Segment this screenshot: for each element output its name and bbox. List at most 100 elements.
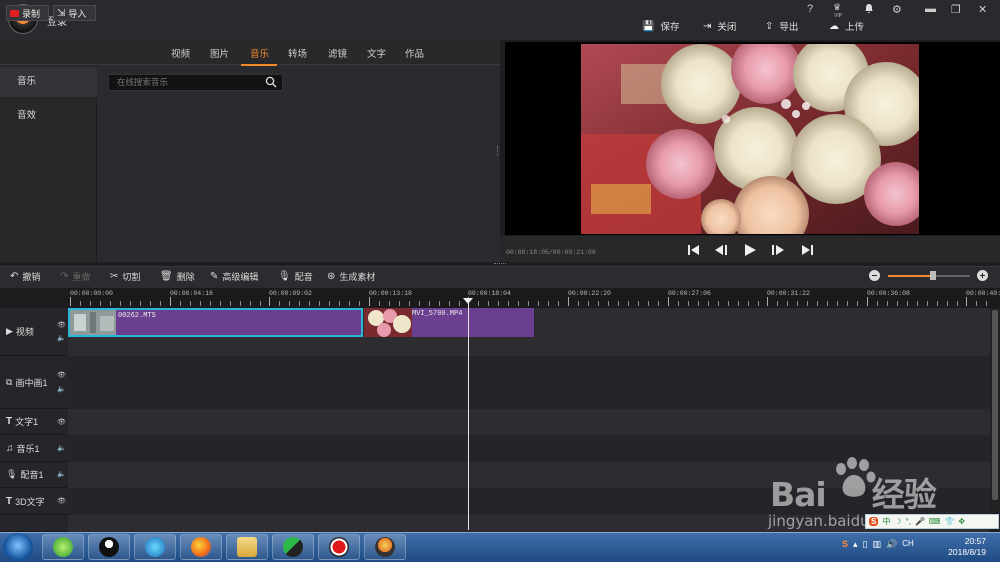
taskbar-button[interactable] (88, 534, 130, 560)
ruler-minor-tick (608, 301, 609, 306)
taskbar-button[interactable] (180, 534, 222, 560)
ruler-minor-tick (887, 301, 888, 306)
taskbar-button[interactable] (134, 534, 176, 560)
horizontal-splitter[interactable] (494, 263, 506, 265)
ruler-minor-tick (200, 301, 201, 306)
panel-splitter[interactable] (497, 146, 499, 156)
clip-thumbnail (364, 308, 412, 337)
eye-icon[interactable]: 👁 (57, 497, 66, 505)
timeline-scrollbar-thumb[interactable] (992, 310, 998, 500)
gear-icon[interactable]: ⚙ (892, 3, 902, 16)
zoom-out-icon[interactable] (869, 270, 880, 281)
tab-image[interactable]: 图片 (210, 46, 229, 60)
track-label-3d-text: 3D文字 (15, 496, 45, 507)
vip-icon[interactable]: ♛ (833, 2, 841, 13)
play-icon[interactable] (742, 243, 758, 257)
minimize-icon[interactable]: ▬ (925, 3, 936, 15)
cut-label: 切割 (122, 272, 141, 282)
skin-icon: 👕 (944, 517, 955, 526)
tray-arrow-icon[interactable]: ▴ (853, 539, 858, 550)
tab-filter[interactable]: 滤镜 (328, 46, 347, 60)
tools-icon: ✥ (958, 517, 966, 526)
network-icon[interactable]: ▥ (873, 539, 882, 550)
advanced-edit-button[interactable]: ✎ 高级编辑 (210, 270, 258, 283)
music-search-input[interactable]: 在线搜索音乐 (108, 74, 283, 91)
search-icon[interactable] (265, 76, 277, 88)
tab-music[interactable]: 音乐 (250, 46, 269, 60)
sidebar-item-sound-effects[interactable]: 音效 (0, 101, 97, 131)
taskbar-button[interactable] (226, 534, 268, 560)
help-icon[interactable]: ? (807, 3, 813, 15)
undo-button[interactable]: ↶ 撤销 (10, 270, 40, 283)
close-project-label: 关闭 (717, 22, 737, 33)
playhead-handle[interactable] (463, 298, 473, 304)
ime-toolbar[interactable]: S 中 ☽ °, 🎤 ⌨ 👕 ✥ (865, 514, 999, 529)
record-button[interactable]: 录制 (6, 5, 49, 21)
voiceover-label: 配音 (294, 272, 313, 282)
skip-start-icon[interactable] (686, 243, 702, 257)
import-button[interactable]: ⇲ 导入 (53, 5, 96, 21)
zoom-in-icon[interactable] (977, 270, 988, 281)
bell-icon[interactable] (864, 3, 874, 17)
start-button[interactable] (3, 533, 33, 561)
ruler-minor-tick (538, 301, 539, 306)
ruler-minor-tick (917, 301, 918, 306)
ruler-label: 00:00:36:08 (867, 290, 910, 297)
volume-icon[interactable]: 🔈 (57, 470, 66, 478)
video-clip-1[interactable]: 00262.MTS (68, 308, 363, 337)
ruler-minor-tick (80, 301, 81, 306)
generate-material-button[interactable]: ⊛ 生成素材 (327, 270, 375, 283)
taskbar-button[interactable] (42, 534, 84, 560)
ruler-minor-tick (150, 301, 151, 306)
ruler-minor-tick (598, 301, 599, 306)
volume-tray-icon[interactable]: 🔊 (886, 539, 897, 550)
delete-button[interactable]: 🗑 删除 (160, 270, 195, 283)
tab-works[interactable]: 作品 (405, 46, 424, 60)
close-project-button[interactable]: ⇥ 关闭 (703, 19, 737, 34)
scissors-icon: ✂ (110, 271, 119, 282)
next-frame-icon[interactable] (770, 243, 786, 257)
prev-frame-icon[interactable] (713, 243, 729, 257)
track-text[interactable] (68, 409, 990, 435)
firefox-icon (191, 537, 211, 557)
volume-icon[interactable]: 🔈 (57, 334, 66, 342)
ruler-minor-tick (399, 301, 400, 306)
mic-icon: 🎤 (914, 517, 925, 526)
voiceover-button[interactable]: 🎙 配音 (278, 270, 313, 283)
eye-icon[interactable]: 👁 (57, 418, 66, 426)
redo-button[interactable]: ↷ 重做 (60, 270, 90, 283)
track-pip[interactable] (68, 356, 990, 409)
film-reel-icon: ⊛ (327, 271, 336, 282)
cut-button[interactable]: ✂ 切割 (110, 270, 140, 283)
save-button[interactable]: 💾 保存 (642, 19, 679, 34)
close-icon[interactable]: ✕ (978, 3, 987, 16)
track-label-music: 音乐1 (16, 443, 40, 454)
skip-end-icon[interactable] (799, 243, 815, 257)
playhead-line[interactable] (468, 300, 469, 530)
track-header-pip[interactable]: ⧉ 画中画1 (0, 356, 68, 409)
sidebar-item-music[interactable]: 音乐 (0, 67, 97, 97)
ruler-minor-tick (130, 301, 131, 306)
tab-video[interactable]: 视频 (171, 46, 190, 60)
sogou-tray-icon[interactable]: S (842, 539, 848, 550)
restore-icon[interactable]: ❐ (951, 3, 961, 16)
trash-icon: 🗑 (160, 271, 173, 282)
text-track-icon: T (6, 416, 13, 427)
export-button[interactable]: ⇪ 导出 (765, 19, 798, 34)
taskbar-clock[interactable]: 20:57 2018/8/19 (948, 536, 986, 558)
taskbar-button[interactable] (318, 534, 360, 560)
language-icon[interactable]: CH (902, 539, 914, 550)
zoom-slider-handle[interactable] (930, 271, 936, 280)
taskbar-button[interactable] (364, 534, 406, 560)
upload-button[interactable]: ☁ 上传 (829, 19, 864, 34)
taskbar-button[interactable] (272, 534, 314, 560)
volume-icon[interactable]: 🔈 (57, 444, 66, 452)
usb-icon[interactable]: ▯ (863, 539, 868, 550)
video-clip-2[interactable]: MVI_5700.MP4 (364, 308, 534, 337)
track-header-video[interactable]: ▶ 视频 (0, 308, 68, 356)
eye-icon[interactable]: 👁 (57, 321, 66, 329)
tab-transition[interactable]: 转场 (288, 46, 307, 60)
tab-text[interactable]: 文字 (367, 46, 386, 60)
eye-icon[interactable]: 👁 (57, 371, 66, 379)
volume-icon[interactable]: 🔈 (57, 385, 66, 393)
